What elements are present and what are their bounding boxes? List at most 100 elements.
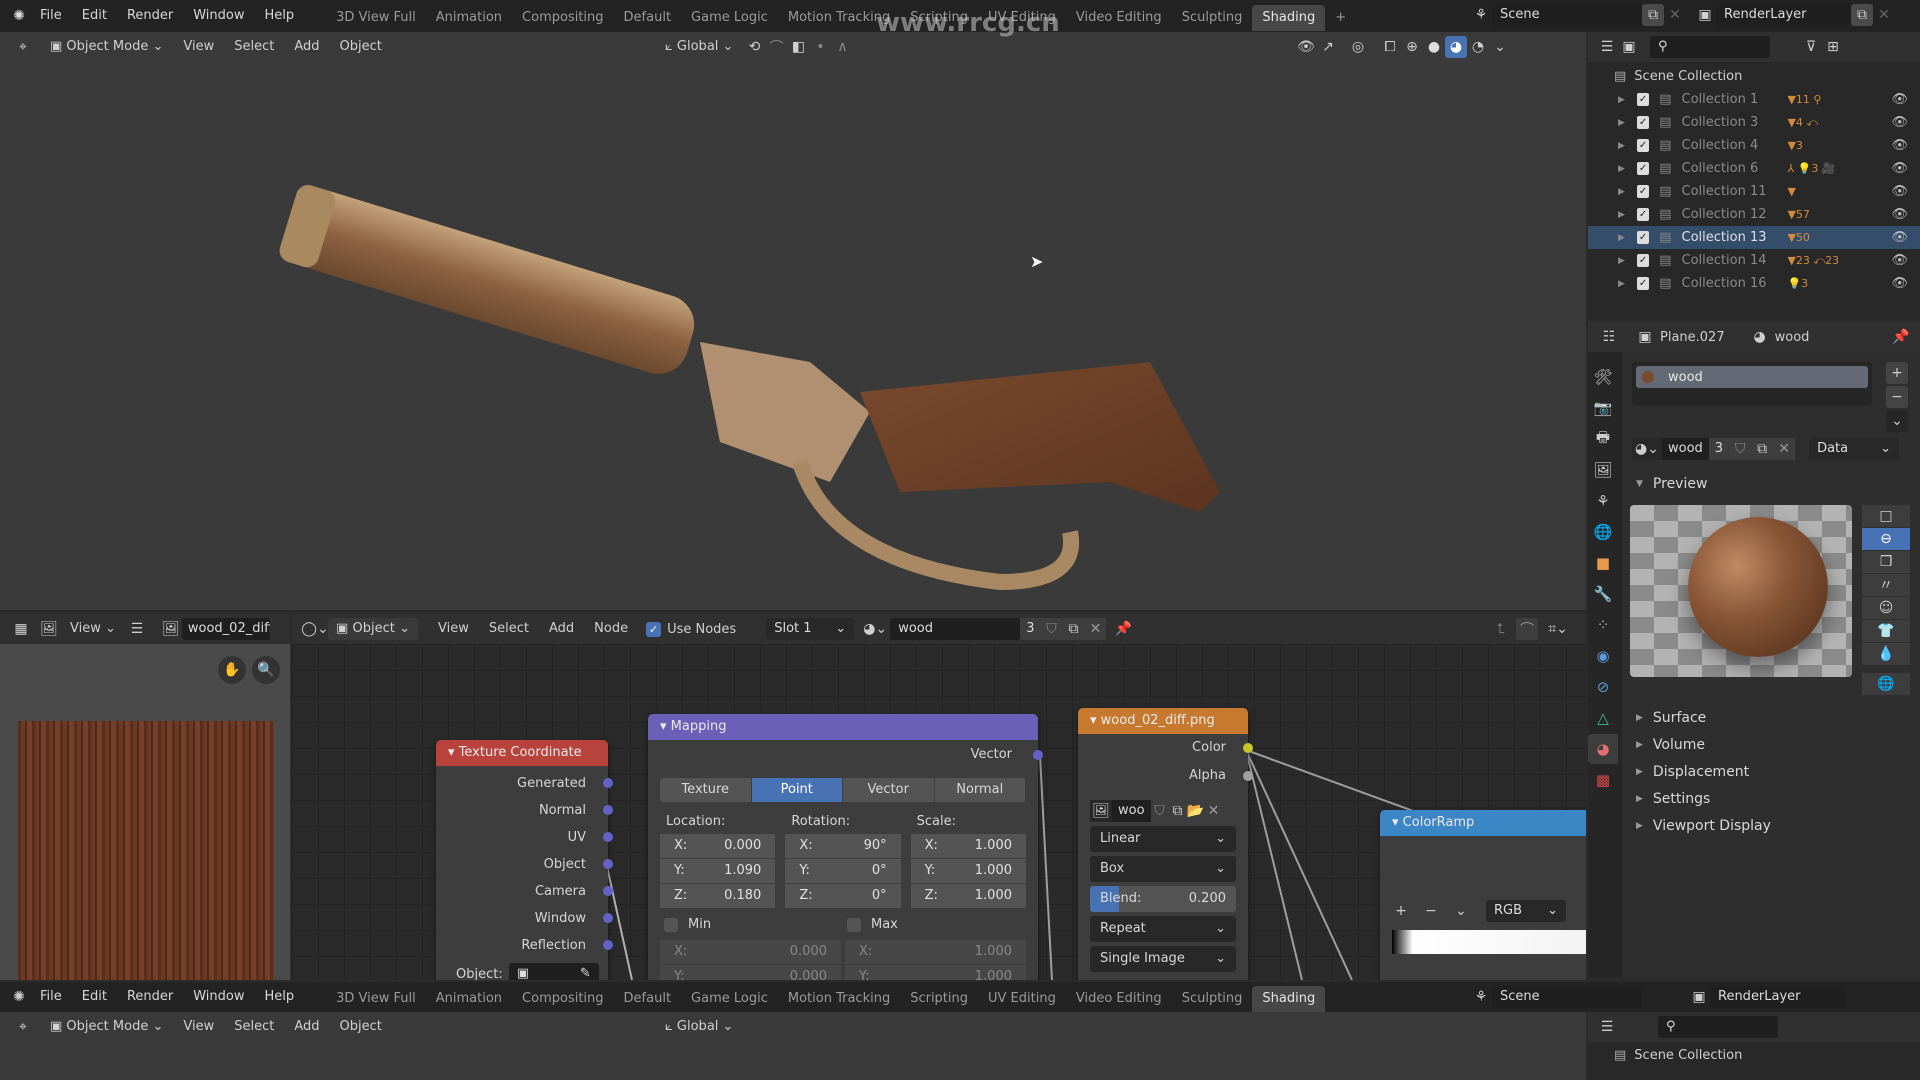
texcoord-socket[interactable]	[603, 805, 613, 815]
expand-arrow-icon[interactable]: ▶	[1618, 233, 1625, 243]
new-collection-icon[interactable]: ⊞	[1822, 36, 1844, 58]
material-shading-icon[interactable]: ◕	[1445, 36, 1467, 58]
mapping-header[interactable]: ▾ Mapping	[648, 714, 1038, 740]
preview-cloth-icon[interactable]: 👕	[1862, 620, 1910, 642]
bottom-menu-render[interactable]: Render	[117, 981, 183, 1013]
eye-icon[interactable]: 👁	[1892, 138, 1909, 153]
menu-file[interactable]: File	[30, 0, 72, 32]
delete-scene-icon[interactable]: ✕	[1664, 4, 1686, 26]
image-node-field[interactable]: woo	[1112, 800, 1151, 822]
outliner-type-icon[interactable]: ☰	[1596, 36, 1618, 58]
remove-stop-icon[interactable]: −	[1420, 900, 1442, 922]
editor-type-icon[interactable]: ⌖	[12, 36, 34, 58]
image-name-field[interactable]: wood_02_diff.	[181, 618, 270, 640]
collection-row[interactable]: ▶ ✓ ▤ Collection 14 ▼23 ⤺23 👁	[1588, 249, 1920, 272]
preview-plane-icon[interactable]: □	[1862, 505, 1910, 527]
display-mode-icon[interactable]: ▣	[1618, 36, 1640, 58]
tab-animation[interactable]: Animation	[426, 5, 512, 31]
expand-arrow-icon[interactable]: ▶	[1618, 164, 1625, 174]
texcoord-socket[interactable]	[603, 913, 613, 923]
exclude-checkbox[interactable]: ✓	[1636, 162, 1650, 175]
snap-icon[interactable]: ⌒	[765, 36, 787, 58]
texcoord-socket[interactable]	[603, 832, 613, 842]
tab-scripting[interactable]: Scripting	[900, 5, 978, 31]
parent-node-icon[interactable]: ⮤	[1490, 618, 1512, 640]
node-editor-canvas[interactable]: ▾ Texture Coordinate Generated Normal UV Ob…	[292, 644, 1586, 980]
panel-displacement[interactable]: ▶ Displacement	[1622, 758, 1920, 785]
falloff-icon[interactable]: ∧	[831, 36, 853, 58]
location-field[interactable]: X: 0.000	[660, 834, 776, 858]
node-menu-add[interactable]: Add	[541, 618, 582, 640]
orientation-select[interactable]: ⟀ Global ⌄	[657, 36, 741, 58]
mode-select[interactable]: ▣ Object Mode ⌄	[42, 36, 172, 58]
collection-row[interactable]: ▶ ✓ ▤ Collection 13 ▼50 👁	[1588, 226, 1920, 249]
use-nodes-checkbox[interactable]: ✓	[646, 621, 662, 637]
image-editor-type-icon[interactable]: ▦	[10, 618, 32, 640]
overlay-icon[interactable]: ◎	[1347, 36, 1369, 58]
image-view-menu[interactable]: View ⌄	[62, 618, 124, 640]
eye-icon[interactable]: 👁	[1892, 253, 1909, 268]
collection-row[interactable]: ▶ ✓ ▤ Collection 3 ▼4 ⤺ 👁	[1588, 111, 1920, 134]
image-fake-user-icon[interactable]: ⛉	[1150, 800, 1169, 822]
texcoord-socket[interactable]	[603, 940, 613, 950]
viewport-menu-object[interactable]: Object	[332, 36, 390, 58]
texcoord-socket[interactable]	[603, 859, 613, 869]
view-layer-tab-icon[interactable]: 🖼	[1588, 455, 1618, 485]
preview-panel-header[interactable]: ▼ Preview	[1622, 470, 1707, 497]
constraints-tab-icon[interactable]: ⊘	[1588, 672, 1618, 702]
min-field[interactable]: Y: 0.000	[660, 965, 841, 980]
preview-hair-icon[interactable]: 〃	[1862, 574, 1910, 596]
bottom-tab-game-logic[interactable]: Game Logic	[681, 986, 778, 1012]
mapping-type-vector[interactable]: Vector	[843, 778, 934, 802]
zoom-icon[interactable]: 🔍	[252, 656, 280, 684]
bottom-tab-compositing[interactable]: Compositing	[512, 986, 614, 1012]
expand-arrow-icon[interactable]: ▶	[1618, 187, 1625, 197]
renderlayer-field[interactable]: RenderLayer	[1716, 4, 1851, 26]
eye-icon[interactable]: 👁	[1892, 276, 1909, 291]
hamburger-icon[interactable]: ☰	[126, 618, 148, 640]
tab-default[interactable]: Default	[614, 5, 682, 31]
color-ramp-gradient[interactable]	[1392, 930, 1586, 954]
preview-world-icon[interactable]: 🌐	[1862, 673, 1910, 695]
eye-icon[interactable]: 👁	[1892, 92, 1909, 107]
visibility-icon[interactable]: 👁	[1295, 36, 1317, 58]
texcoord-header[interactable]: ▾ Texture Coordinate	[436, 740, 608, 766]
rotation-field[interactable]: Z: 0°	[785, 884, 901, 908]
node-menu-select[interactable]: Select	[481, 618, 537, 640]
node-pin-icon[interactable]: 📌	[1112, 618, 1134, 640]
panel-surface[interactable]: ▶ Surface	[1622, 704, 1920, 731]
preview-monkey-icon[interactable]: ☺	[1862, 597, 1910, 619]
bottom-tab-motion-tracking[interactable]: Motion Tracking	[778, 986, 900, 1012]
min-field[interactable]: X: 0.000	[660, 940, 841, 964]
mapping-node[interactable]: ▾ Mapping Vector Texture Point Vector Norma…	[648, 714, 1043, 980]
eye-icon[interactable]: 👁	[1892, 161, 1909, 176]
data-tab-icon[interactable]: △	[1588, 703, 1618, 733]
outliner-search[interactable]: ⚲	[1650, 36, 1770, 58]
min-checkbox[interactable]	[664, 917, 678, 932]
scale-field[interactable]: X: 1.000	[910, 834, 1026, 858]
preview-sphere-icon[interactable]: ⊖	[1862, 528, 1910, 550]
bottom-tab-scripting[interactable]: Scripting	[900, 986, 978, 1012]
projection-select[interactable]: Box ⌄	[1090, 856, 1236, 882]
location-field[interactable]: Z: 0.180	[660, 884, 776, 908]
exclude-checkbox[interactable]: ✓	[1636, 93, 1650, 106]
source-select[interactable]: Single Image ⌄	[1090, 946, 1236, 972]
bottom-orientation-select[interactable]: ⟀ Global ⌄	[657, 1016, 741, 1038]
texcoord-object-field[interactable]: ▣ ✎	[508, 963, 599, 980]
particles-tab-icon[interactable]: ⁘	[1588, 610, 1618, 640]
eyedropper-icon[interactable]: ✎	[580, 963, 591, 980]
bottom-tab-animation[interactable]: Animation	[426, 986, 512, 1012]
duplicate-scene-icon[interactable]: ⧉	[1642, 4, 1664, 26]
tab-3d-view-full[interactable]: 3D View Full	[326, 5, 426, 31]
scale-field[interactable]: Z: 1.000	[910, 884, 1026, 908]
bottom-menu-view[interactable]: View	[175, 1016, 222, 1038]
scene-field[interactable]: Scene	[1492, 4, 1642, 26]
add-workspace-button[interactable]: +	[1325, 5, 1356, 31]
node-menu-view[interactable]: View	[430, 618, 477, 640]
menu-help[interactable]: Help	[255, 0, 305, 32]
shader-type-icon[interactable]: ◯⌄	[301, 618, 328, 640]
texcoord-socket[interactable]	[603, 886, 613, 896]
panel-volume[interactable]: ▶ Volume	[1622, 731, 1920, 758]
shading-options-icon[interactable]: ⌄	[1489, 36, 1511, 58]
gizmo-icon[interactable]: ↗	[1317, 36, 1339, 58]
